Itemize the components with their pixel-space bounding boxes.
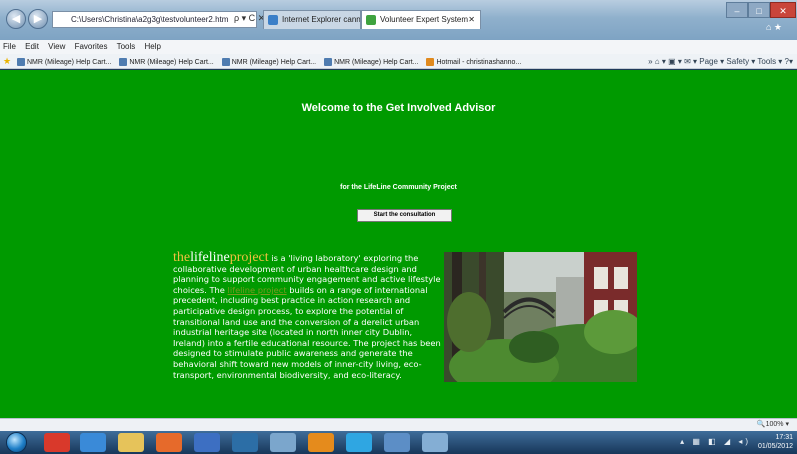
garden-photo [444,252,637,382]
status-bar: 🔍100% ▾ [0,418,797,431]
page-content: Welcome to the Get Involved Advisor for … [0,70,797,418]
favorites-bar: ★ NMR (Mileage) Help Cart... NMR (Mileag… [0,54,797,69]
start-consultation-button[interactable]: Start the consultation [357,209,452,222]
menu-edit[interactable]: Edit [25,42,39,51]
home-favorites-icons[interactable]: ⌂ ★ [766,22,782,33]
minimize-button[interactable]: – [726,2,748,18]
menu-view[interactable]: View [48,42,65,51]
page-title: Welcome to the Get Involved Advisor [301,102,496,114]
app-icon[interactable] [44,433,70,452]
favorites-star-icon[interactable]: ★ [3,54,13,68]
menu-tools[interactable]: Tools [117,42,136,51]
maximize-button[interactable]: □ [748,2,770,18]
hotmail-icon [426,58,435,67]
clock[interactable]: 17:31 01/05/2012 [758,433,793,451]
link-icon [16,58,25,67]
system-tray-icons[interactable]: ▴ ▦ ◧ ◢ ◂) [680,437,751,446]
ie-icon [268,15,278,25]
project-description: thelifelineproject is a 'living laborato… [173,251,443,380]
folder-icon[interactable] [118,433,144,452]
address-bar[interactable]: C:\Users\Christina\a2g3g\testvolunteer2.… [52,11,257,28]
link-icon [221,58,230,67]
skype-icon[interactable] [346,433,372,452]
media-player-icon[interactable] [156,433,182,452]
tab-close-icon[interactable]: ✕ [468,11,475,29]
app-icon[interactable] [194,433,220,452]
menu-favorites[interactable]: Favorites [75,42,108,51]
taskbar: ▴ ▦ ◧ ◢ ◂) 17:31 01/05/2012 [0,431,797,454]
firefox-icon[interactable] [308,433,334,452]
app-icon[interactable] [422,433,448,452]
menu-file[interactable]: File [3,42,16,51]
forward-button[interactable]: ▶ [28,9,48,29]
start-orb-icon[interactable] [6,432,27,453]
favorite-link[interactable]: NMR (Mileage) Help Cart... [221,55,316,68]
tab-label: Volunteer Expert System [380,15,469,24]
page-subtitle: for the LifeLine Community Project [340,184,457,191]
menu-help[interactable]: Help [145,42,161,51]
link-icon [324,58,333,67]
favorite-link[interactable]: NMR (Mileage) Help Cart... [16,55,111,68]
app-icon[interactable] [270,433,296,452]
address-controls[interactable]: ρ ▾ C ✕ [234,11,265,26]
page-icon [366,15,376,25]
favorite-link[interactable]: NMR (Mileage) Help Cart... [324,55,419,68]
app-icon[interactable] [384,433,410,452]
title-bar: ◀ ▶ C:\Users\Christina\a2g3g\testvolunte… [0,0,797,40]
tab-label: Internet Explorer cannot displa... [282,15,361,24]
favorite-link[interactable]: Hotmail - christinashanno... [426,55,521,68]
ie-taskbar-icon[interactable] [80,433,106,452]
favorite-link[interactable]: NMR (Mileage) Help Cart... [119,55,214,68]
close-button[interactable]: ✕ [770,2,796,18]
lifeline-project-link[interactable]: lifeline project [228,285,287,295]
command-bar[interactable]: » ⌂ ▾ ▣ ▾ ✉ ▾ Page ▾ Safety ▾ Tools ▾ ?▾ [648,54,793,68]
browser-window: ◀ ▶ C:\Users\Christina\a2g3g\testvolunte… [0,0,797,454]
description-rest: builds on a range of international prece… [173,284,441,380]
back-button[interactable]: ◀ [6,9,26,29]
zoom-level[interactable]: 🔍100% ▾ [757,419,789,431]
app-icon[interactable] [232,433,258,452]
tab-ie-error[interactable]: Internet Explorer cannot displa... [263,10,361,29]
menu-bar: File Edit View Favorites Tools Help [0,40,797,54]
link-icon [119,58,128,67]
tab-volunteer-expert-system[interactable]: Volunteer Expert System ✕ [361,10,481,29]
